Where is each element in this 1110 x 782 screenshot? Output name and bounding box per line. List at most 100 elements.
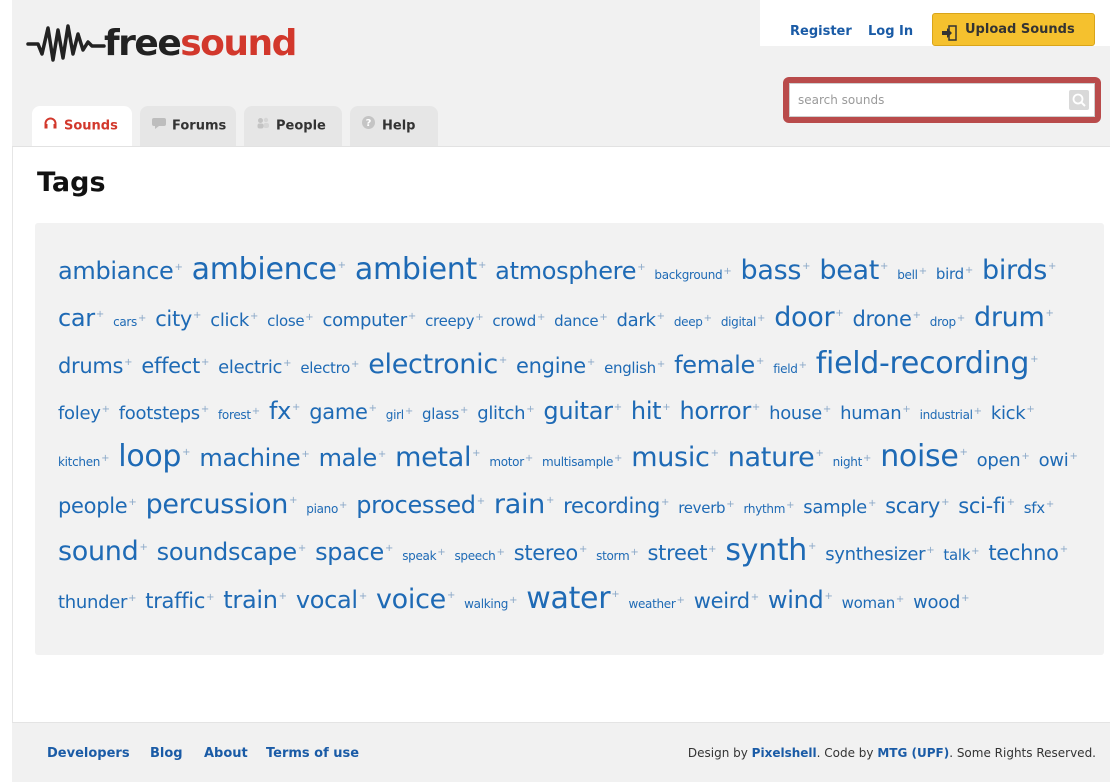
tag-link[interactable]: ambiance+ [58,257,187,285]
tag-add-icon[interactable]: + [704,313,712,324]
tag-add-icon[interactable]: + [941,497,949,508]
tag-add-icon[interactable]: + [250,311,258,322]
tag-add-icon[interactable]: + [971,546,979,557]
tag-link[interactable]: woman+ [842,594,908,612]
tag-link[interactable]: bell+ [897,266,931,282]
tag-link[interactable]: walking+ [464,595,521,611]
tag-add-icon[interactable]: + [101,453,109,464]
tag-add-icon[interactable]: + [475,312,483,323]
tag-link[interactable]: synthesizer+ [825,544,938,565]
tag-link[interactable]: sound+ [58,536,152,567]
tag-add-icon[interactable]: + [193,310,201,321]
tag-link[interactable]: open+ [977,450,1034,471]
tag-link[interactable]: close+ [267,312,317,330]
tag-add-icon[interactable]: + [182,447,190,458]
tag-add-icon[interactable]: + [965,265,973,276]
tag-add-icon[interactable]: + [614,453,622,464]
tag-link[interactable]: machine+ [199,444,313,472]
login-link[interactable]: Log In [868,24,913,39]
tag-add-icon[interactable]: + [460,405,468,416]
tag-link[interactable]: creepy+ [425,312,487,330]
tag-add-icon[interactable]: + [823,404,831,415]
tag-link[interactable]: loop+ [118,439,194,474]
tag-add-icon[interactable]: + [526,404,534,415]
tag-link[interactable]: owi+ [1039,450,1082,471]
tag-link[interactable]: bird+ [936,265,977,283]
tag-link[interactable]: deep+ [674,313,716,329]
tag-add-icon[interactable]: + [757,313,765,324]
register-link[interactable]: Register [790,24,852,39]
tag-link[interactable]: wood+ [913,592,973,613]
tag-link[interactable]: forest+ [218,406,264,422]
mtg-link[interactable]: MTG (UPF) [877,746,949,760]
tag-link[interactable]: hit+ [631,397,674,425]
tag-link[interactable]: digital+ [721,313,769,329]
tag-link[interactable]: field+ [773,360,811,376]
tag-link[interactable]: horror+ [679,397,764,425]
tag-link[interactable]: vocal+ [296,586,371,614]
tag-link[interactable]: sfx+ [1024,499,1058,517]
tag-link[interactable]: glass+ [422,405,472,423]
tag-add-icon[interactable]: + [174,262,182,273]
tag-add-icon[interactable]: + [292,402,300,413]
tag-add-icon[interactable]: + [298,543,306,554]
tag-add-icon[interactable]: + [974,406,982,417]
tag-add-icon[interactable]: + [138,313,146,324]
tag-link[interactable]: engine+ [516,354,599,378]
tag-link[interactable]: dark+ [617,310,669,331]
tag-link[interactable]: birds+ [982,255,1060,286]
tag-add-icon[interactable]: + [447,590,455,601]
tag-add-icon[interactable]: + [802,261,810,272]
tab-sounds[interactable]: Sounds [32,106,132,146]
tag-link[interactable]: female+ [674,351,768,379]
tag-link[interactable]: storm+ [596,547,642,563]
tag-add-icon[interactable]: + [408,311,416,322]
tag-link[interactable]: kick+ [991,403,1039,424]
tag-add-icon[interactable]: + [587,357,595,368]
tag-link[interactable]: sci-fi+ [958,494,1018,518]
tag-link[interactable]: ambience+ [192,252,350,287]
tag-add-icon[interactable]: + [1026,404,1034,415]
tag-add-icon[interactable]: + [497,547,505,558]
tag-link[interactable]: fx+ [269,397,304,425]
tag-add-icon[interactable]: + [808,541,816,552]
tag-link[interactable]: cars+ [113,313,150,329]
tag-link[interactable]: field-recording+ [816,346,1042,381]
tag-link[interactable]: thunder+ [58,592,140,613]
tag-link[interactable]: background+ [654,266,735,282]
tag-add-icon[interactable]: + [1060,544,1068,555]
tag-add-icon[interactable]: + [201,357,209,368]
tag-link[interactable]: dance+ [554,312,611,330]
tag-link[interactable]: music+ [631,442,722,473]
tag-link[interactable]: train+ [223,586,290,614]
tag-link[interactable]: night+ [833,453,875,469]
tag-add-icon[interactable]: + [868,498,876,509]
tag-link[interactable]: scary+ [885,494,953,518]
tag-add-icon[interactable]: + [124,357,132,368]
upload-sounds-button[interactable]: Upload Sounds [932,13,1095,46]
tag-add-icon[interactable]: + [637,262,645,273]
tag-add-icon[interactable]: + [206,592,214,603]
tag-add-icon[interactable]: + [726,499,734,510]
tag-add-icon[interactable]: + [305,312,313,323]
tag-add-icon[interactable]: + [677,595,685,606]
tag-link[interactable]: car+ [58,304,108,332]
tag-link[interactable]: drum+ [974,302,1058,333]
tag-link[interactable]: multisample+ [542,453,626,469]
tag-add-icon[interactable]: + [1045,308,1053,319]
tab-help[interactable]: ? Help [350,106,438,146]
tag-link[interactable]: piano+ [306,500,351,516]
tag-link[interactable]: click+ [210,310,262,331]
tag-add-icon[interactable]: + [614,402,622,413]
tag-link[interactable]: rhythm+ [743,500,798,516]
tag-link[interactable]: footsteps+ [119,403,213,424]
tag-link[interactable]: male+ [319,444,390,472]
pixelshell-link[interactable]: Pixelshell [752,746,817,760]
tag-add-icon[interactable]: + [472,448,480,459]
tag-add-icon[interactable]: + [1007,497,1015,508]
tag-add-icon[interactable]: + [756,356,764,367]
tag-add-icon[interactable]: + [289,495,297,506]
tag-link[interactable]: guitar+ [543,397,625,425]
tag-add-icon[interactable]: + [1021,451,1029,462]
tag-link[interactable]: wind+ [768,586,837,614]
